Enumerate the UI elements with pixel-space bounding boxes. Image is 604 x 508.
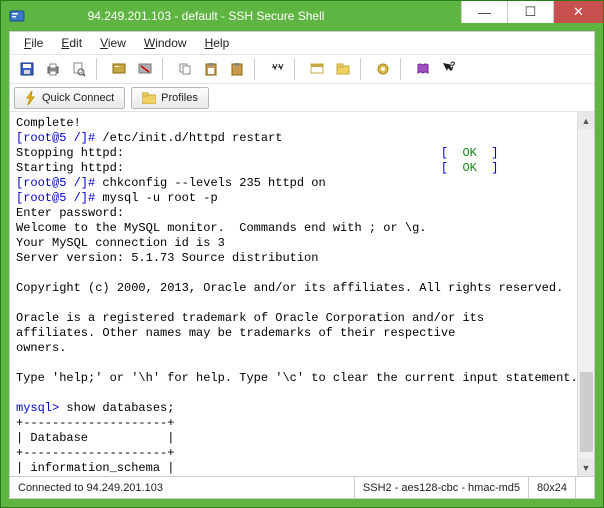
scroll-up-icon[interactable]: ▲ (578, 112, 594, 129)
profiles-label: Profiles (161, 92, 198, 104)
toolbar-separator (96, 58, 102, 80)
new-terminal-icon[interactable] (306, 58, 328, 80)
menu-help[interactable]: Help (197, 34, 238, 52)
statusbar: Connected to 94.249.201.103 SSH2 - aes12… (10, 476, 594, 498)
terminal[interactable]: Complete! [root@5 /]# /etc/init.d/httpd … (10, 112, 577, 476)
lightning-icon (25, 91, 37, 105)
close-button[interactable]: ✕ (553, 1, 603, 23)
menubar: File Edit View Window Help (10, 32, 594, 54)
titlebar: 94.249.201.103 - default - SSH Secure Sh… (1, 1, 603, 31)
disconnect-icon[interactable] (134, 58, 156, 80)
connection-toolbar: Quick Connect Profiles (10, 84, 594, 112)
quick-connect-button[interactable]: Quick Connect (14, 87, 125, 109)
copy-icon[interactable] (174, 58, 196, 80)
menu-file[interactable]: File (16, 34, 51, 52)
file-transfer-icon[interactable] (332, 58, 354, 80)
minimize-button[interactable]: — (461, 1, 507, 23)
scroll-down-icon[interactable]: ▼ (578, 459, 594, 476)
menu-edit[interactable]: Edit (53, 34, 90, 52)
find-icon[interactable] (266, 58, 288, 80)
folder-icon (142, 92, 156, 104)
svg-text:?: ? (450, 61, 456, 70)
paste-icon[interactable] (200, 58, 222, 80)
profiles-button[interactable]: Profiles (131, 87, 209, 109)
help-book-icon[interactable] (412, 58, 434, 80)
scroll-thumb[interactable] (580, 372, 593, 452)
quick-connect-label: Quick Connect (42, 92, 114, 104)
toolbar-separator (254, 58, 260, 80)
vertical-scrollbar[interactable]: ▲ ▼ (577, 112, 594, 476)
menu-window[interactable]: Window (136, 34, 195, 52)
print-icon[interactable] (42, 58, 64, 80)
status-cipher: SSH2 - aes128-cbc - hmac-md5 (355, 477, 529, 498)
window-controls: — ☐ ✕ (461, 1, 603, 31)
preview-icon[interactable] (68, 58, 90, 80)
status-connection: Connected to 94.249.201.103 (10, 477, 355, 498)
settings-icon[interactable] (372, 58, 394, 80)
client-area: File Edit View Window Help ? Quick Conne… (9, 31, 595, 499)
connect-icon[interactable] (108, 58, 130, 80)
clipboard-icon[interactable] (226, 58, 248, 80)
toolbar-separator (400, 58, 406, 80)
toolbar-separator (360, 58, 366, 80)
status-size: 80x24 (529, 477, 576, 498)
maximize-button[interactable]: ☐ (507, 1, 553, 23)
terminal-area: Complete! [root@5 /]# /etc/init.d/httpd … (10, 112, 594, 476)
whats-this-icon[interactable]: ? (438, 58, 460, 80)
window-title: 94.249.201.103 - default - SSH Secure Sh… (0, 9, 461, 23)
resize-grip-icon[interactable] (576, 477, 594, 498)
menu-view[interactable]: View (92, 34, 134, 52)
toolbar-separator (294, 58, 300, 80)
toolbar-separator (162, 58, 168, 80)
save-icon[interactable] (16, 58, 38, 80)
toolbar: ? (10, 54, 594, 84)
